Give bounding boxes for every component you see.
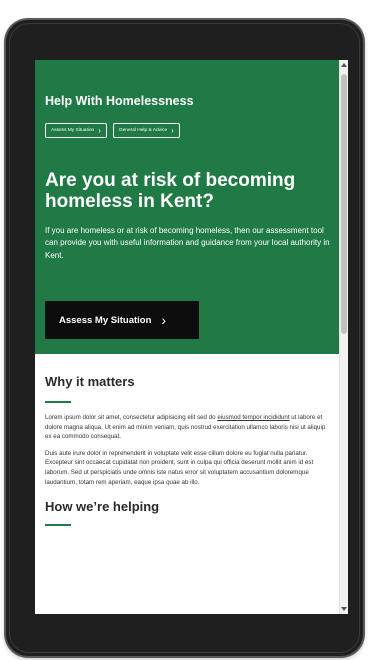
section-heading: How we’re helping	[45, 499, 160, 515]
how-were-helping-section: How we’re helping	[35, 487, 339, 527]
scroll-thumb[interactable]	[341, 74, 347, 334]
scroll-up-icon[interactable]	[341, 63, 347, 67]
why-it-matters-paragraph-1: Lorem ipsum dolor sit amet, consectetur …	[45, 413, 329, 442]
hero-banner: Help With Homelessness Assess My Situati…	[35, 60, 339, 354]
chevron-right-icon: ›	[98, 125, 101, 135]
quick-links: Assess My Situation › General Help & Adv…	[45, 123, 180, 138]
assess-my-situation-button[interactable]: Assess My Situation ›	[45, 301, 199, 339]
scroll-down-icon[interactable]	[341, 607, 347, 611]
site-title[interactable]: Help With Homelessness	[45, 94, 194, 108]
hero-description: If you are homeless or at risk of becomi…	[45, 226, 330, 260]
browser-viewport: Help With Homelessness Assess My Situati…	[35, 60, 348, 614]
phone-frame: Help With Homelessness Assess My Situati…	[6, 20, 363, 656]
chevron-right-icon: ›	[161, 312, 167, 328]
why-it-matters-paragraph-2: Duis aute irure dolor in reprehenderit i…	[45, 449, 314, 486]
vertical-scrollbar[interactable]	[339, 60, 348, 614]
quick-link-label: General Help & Advice	[118, 128, 168, 133]
why-it-matters-section: Why it matters Lorem ipsum dolor sit ame…	[35, 354, 339, 487]
quick-link-assess-my-situation[interactable]: Assess My Situation ›	[45, 123, 107, 138]
section-underline	[45, 401, 71, 403]
hero-heading: Are you at risk of becoming homeless in …	[45, 170, 296, 212]
paragraph-text: Lorem ipsum dolor sit amet, consectetur …	[45, 414, 218, 421]
section-heading: Why it matters	[45, 374, 135, 389]
underlined-link[interactable]: eiusmod tempor incididunt	[217, 414, 289, 421]
quick-link-label: Assess My Situation	[51, 128, 95, 133]
quick-link-general-help-advice[interactable]: General Help & Advice ›	[112, 123, 180, 138]
page-content: Help With Homelessness Assess My Situati…	[35, 60, 339, 614]
chevron-right-icon: ›	[171, 125, 174, 135]
cta-label: Assess My Situation	[59, 314, 152, 326]
section-underline	[45, 524, 71, 527]
